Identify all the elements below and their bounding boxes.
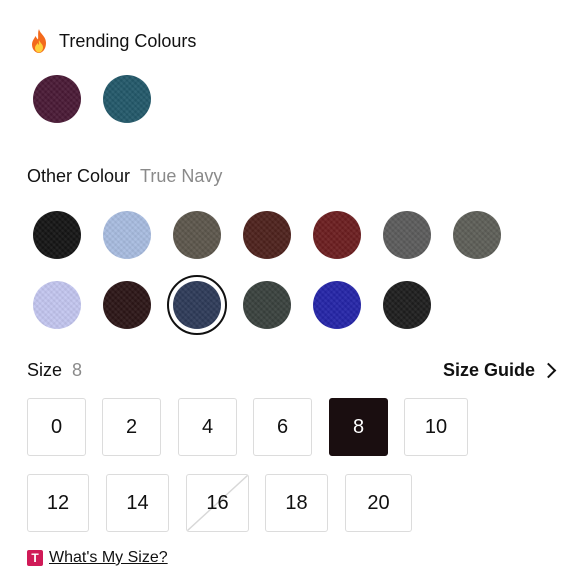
trending-swatch-teal[interactable] bbox=[103, 75, 151, 123]
size-option-2[interactable]: 2 bbox=[102, 398, 161, 456]
colour-swatch[interactable] bbox=[383, 281, 431, 329]
colour-swatch[interactable] bbox=[243, 211, 291, 259]
size-label: Size bbox=[27, 360, 63, 380]
size-guide-link[interactable]: Size Guide bbox=[442, 360, 557, 381]
whats-my-size[interactable]: T What's My Size? bbox=[27, 549, 168, 567]
colour-swatch[interactable] bbox=[313, 281, 361, 329]
size-option-8-selected[interactable]: 8 bbox=[329, 398, 388, 456]
colour-swatch[interactable] bbox=[383, 211, 431, 259]
whats-my-size-link[interactable]: What's My Size? bbox=[49, 549, 168, 567]
colour-swatch[interactable] bbox=[33, 281, 81, 329]
chevron-right-icon bbox=[540, 362, 557, 379]
colour-swatch[interactable] bbox=[453, 211, 501, 259]
size-header: Size 8 bbox=[27, 360, 82, 381]
size-option-10[interactable]: 10 bbox=[404, 398, 468, 456]
colour-swatch[interactable] bbox=[103, 281, 151, 329]
colour-swatch[interactable] bbox=[313, 211, 361, 259]
colour-swatch[interactable] bbox=[33, 211, 81, 259]
size-option-4[interactable]: 4 bbox=[178, 398, 237, 456]
fire-icon bbox=[27, 28, 51, 54]
selected-size-value: 8 bbox=[72, 360, 83, 380]
size-option-12[interactable]: 12 bbox=[27, 474, 89, 532]
other-colour-header: Other Colour True Navy bbox=[27, 166, 222, 187]
size-option-16-unavailable[interactable]: 16 bbox=[186, 474, 249, 532]
trending-colours-header: Trending Colours bbox=[27, 28, 196, 54]
size-option-20[interactable]: 20 bbox=[345, 474, 412, 532]
colour-swatch[interactable] bbox=[103, 211, 151, 259]
colour-swatch[interactable] bbox=[173, 211, 221, 259]
size-guide-label: Size Guide bbox=[442, 360, 535, 380]
trending-swatch-plum[interactable] bbox=[33, 75, 81, 123]
colour-swatch[interactable] bbox=[243, 281, 291, 329]
size-option-14[interactable]: 14 bbox=[106, 474, 169, 532]
size-option-18[interactable]: 18 bbox=[265, 474, 328, 532]
colour-swatch-selected[interactable] bbox=[167, 275, 227, 335]
size-option-6[interactable]: 6 bbox=[253, 398, 312, 456]
size-option-0[interactable]: 0 bbox=[27, 398, 86, 456]
other-colour-title: Other Colour bbox=[27, 166, 131, 186]
t-logo-icon: T bbox=[27, 550, 43, 566]
selected-colour-name: True Navy bbox=[140, 166, 223, 186]
trending-colours-title: Trending Colours bbox=[59, 30, 197, 51]
